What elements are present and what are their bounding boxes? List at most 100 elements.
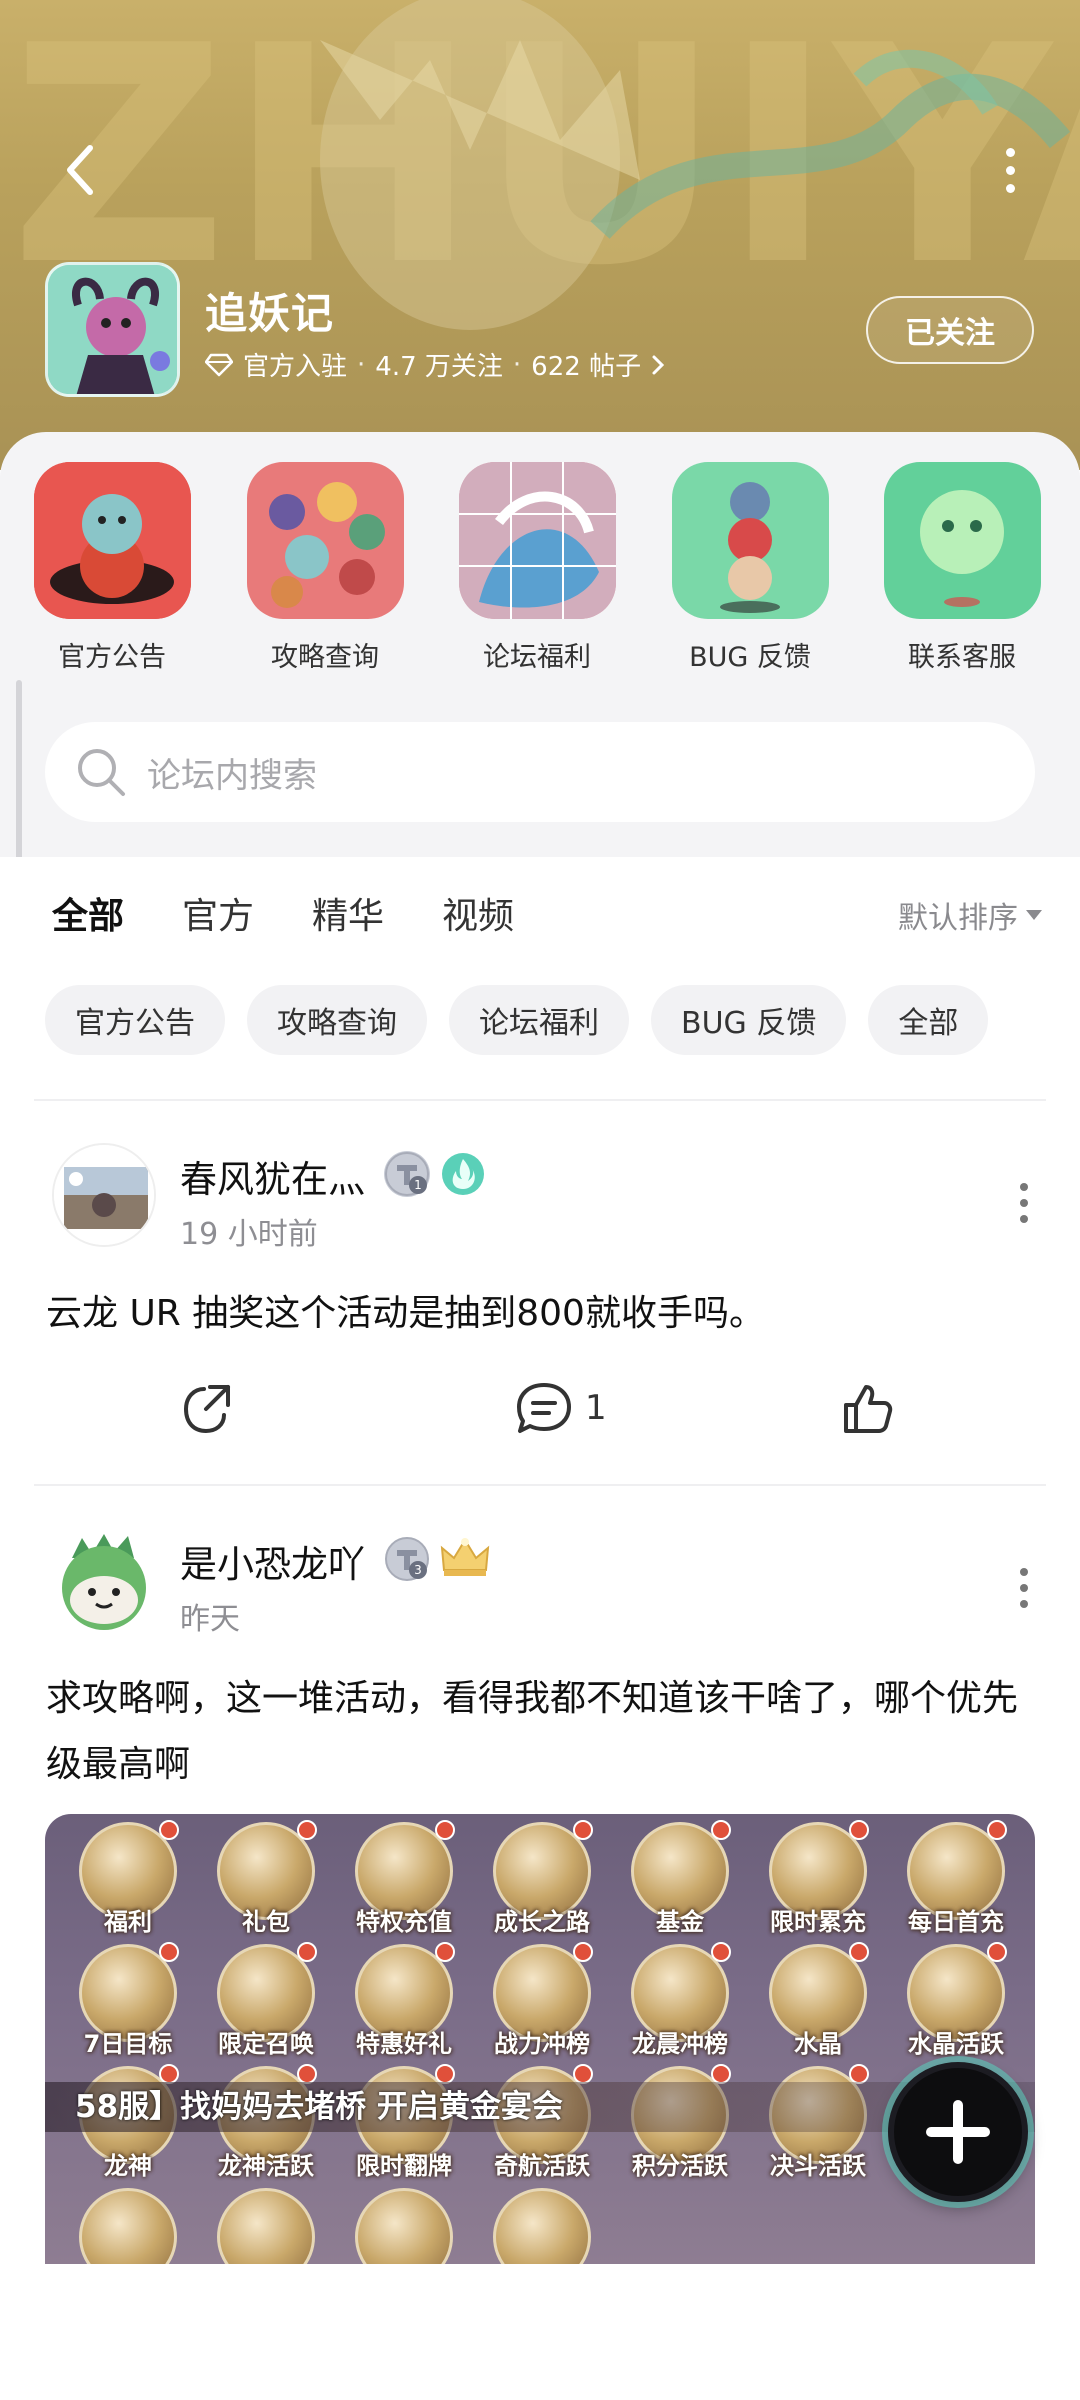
bottom-area <box>0 2264 1080 2400</box>
activity-item: 礼包 <box>211 1820 321 1937</box>
chip-all[interactable]: 全部 <box>868 985 989 1055</box>
search-input[interactable]: 论坛内搜索 <box>45 722 1035 822</box>
activity-item <box>211 2188 321 2264</box>
notification-dot <box>159 2064 179 2084</box>
feed-tabs: 全部 官方 精华 视频 <box>52 887 514 945</box>
svg-text:1: 1 <box>414 1178 422 1192</box>
shortcut-benefits[interactable]: 论坛福利 <box>452 462 622 674</box>
notification-dot <box>573 1820 593 1840</box>
tab-official[interactable]: 官方 <box>182 887 254 939</box>
activity-label: 决斗活跃 <box>770 2152 866 2180</box>
activity-label: 战力冲榜 <box>494 2030 590 2058</box>
notification-dot <box>849 1820 869 1840</box>
activity-label: 福利 <box>104 1908 152 1936</box>
more-options-button[interactable] <box>990 140 1030 200</box>
activity-label: 龙晨冲榜 <box>632 2030 728 2058</box>
activity-label: 特惠好礼 <box>356 2030 452 2058</box>
category-chips: 官方公告 攻略查询 论坛福利 BUG 反馈 全部 <box>45 985 989 1055</box>
sort-label: 默认排序 <box>898 901 1018 936</box>
chevron-right-icon <box>652 355 665 374</box>
notification-dot <box>297 2064 317 2084</box>
share-button[interactable] <box>180 1381 234 1435</box>
avatar[interactable] <box>52 1143 156 1247</box>
create-post-button[interactable] <box>888 2062 1028 2202</box>
follow-button[interactable]: 已关注 <box>866 296 1034 364</box>
activity-item <box>73 2188 183 2264</box>
post-more-button[interactable] <box>1018 1568 1030 1608</box>
notification-dot <box>435 1942 455 1962</box>
chip-announcements[interactable]: 官方公告 <box>45 985 225 1055</box>
activity-label: 奇航活跃 <box>494 2152 590 2180</box>
activity-item: 福利 <box>73 1820 183 1937</box>
chip-benefits[interactable]: 论坛福利 <box>449 985 629 1055</box>
shortcut-customer-service[interactable]: 联系客服 <box>877 462 1047 674</box>
activity-item: 水晶活跃 <box>901 1942 1011 2059</box>
activity-label: 水晶 <box>794 2030 842 2058</box>
caret-down-icon <box>1026 910 1042 920</box>
notification-dot <box>711 2064 731 2084</box>
shortcut-label: 攻略查询 <box>271 642 379 673</box>
activity-item: 龙晨冲榜 <box>625 1942 735 2059</box>
shortcut-announcements[interactable]: 官方公告 <box>27 462 197 674</box>
bug-icon <box>671 462 829 619</box>
chip-guides[interactable]: 攻略查询 <box>247 985 427 1055</box>
shortcut-bug-report[interactable]: BUG 反馈 <box>665 462 835 674</box>
activity-label: 礼包 <box>242 1908 290 1936</box>
tab-video[interactable]: 视频 <box>442 887 514 939</box>
shortcut-label: 论坛福利 <box>483 642 591 673</box>
sort-dropdown[interactable]: 默认排序 <box>898 893 1042 937</box>
notification-dot <box>297 1820 317 1840</box>
tab-all[interactable]: 全部 <box>52 887 124 945</box>
game-meta[interactable]: 官方入驻 · 4.7 万关注 · 622 帖子 <box>205 346 665 383</box>
back-button[interactable] <box>50 140 110 200</box>
notification-dot <box>987 1942 1007 1962</box>
activity-item: 限时累充 <box>763 1820 873 1937</box>
post-content[interactable]: 云龙 UR 抽奖这个活动是抽到800就收手吗。 <box>46 1281 1036 1347</box>
divider <box>34 1484 1046 1486</box>
post-actions: 1 <box>0 1381 1080 1441</box>
activity-item: 基金 <box>625 1820 735 1937</box>
post-more-button[interactable] <box>1018 1183 1030 1223</box>
notification-dot <box>711 1820 731 1840</box>
activity-item: 战力冲榜 <box>487 1942 597 2059</box>
tab-featured[interactable]: 精华 <box>312 887 384 939</box>
plus-icon <box>926 2100 990 2164</box>
activity-icon <box>493 2188 591 2264</box>
notification-dot <box>849 1942 869 1962</box>
notification-dot <box>849 2064 869 2084</box>
official-tag: 官方入驻 <box>243 352 348 382</box>
activity-label: 水晶活跃 <box>908 2030 1004 2058</box>
comment-button[interactable]: 1 <box>515 1381 607 1435</box>
activity-item: 特惠好礼 <box>349 1942 459 2059</box>
chip-bug-report[interactable]: BUG 反馈 <box>651 985 847 1055</box>
avatar[interactable] <box>52 1528 156 1632</box>
activity-item: 水晶 <box>763 1942 873 2059</box>
guide-icon <box>246 462 404 619</box>
diamond-icon <box>205 353 233 376</box>
banner-artwork: ZHUIYAOJI <box>10 0 1080 331</box>
shortcut-guides[interactable]: 攻略查询 <box>240 462 410 674</box>
post-image[interactable]: 福利 礼包 特权充值 成长之路 基金 限时累充 每日首充 7日目标 限定召唤 特惠好礼 战力冲榜 龙晨… <box>45 1814 1035 2264</box>
notification-dot <box>435 2064 455 2084</box>
activity-label: 限时翻牌 <box>356 2152 452 2180</box>
activity-label: 龙神 <box>104 2152 152 2180</box>
posts-count: 622 帖子 <box>531 352 642 382</box>
flame-badge-icon <box>440 1151 486 1197</box>
author-name[interactable]: 春风犹在灬 <box>180 1149 365 1203</box>
post-content[interactable]: 求攻略啊，这一堆活动，看得我都不知道该干啥了，哪个优先级最高啊 <box>46 1666 1036 1798</box>
shortcut-label: BUG 反馈 <box>689 642 811 673</box>
author-name[interactable]: 是小恐龙吖 <box>180 1534 365 1588</box>
activity-label: 成长之路 <box>494 1908 590 1936</box>
post-time: 昨天 <box>180 1602 240 1637</box>
comment-icon <box>517 1383 571 1433</box>
level-badge: 3 <box>384 1536 430 1582</box>
activity-label: 每日首充 <box>908 1908 1004 1936</box>
image-marquee: 58服】找妈妈去堵桥 开启黄金宴会 <box>45 2082 1035 2132</box>
activity-label: 基金 <box>656 1908 704 1936</box>
notification-dot <box>297 1942 317 1962</box>
like-button[interactable] <box>840 1381 894 1435</box>
activity-icon <box>217 2188 315 2264</box>
notification-dot <box>159 1820 179 1840</box>
share-icon <box>183 1385 230 1434</box>
search-placeholder: 论坛内搜索 <box>147 755 317 796</box>
